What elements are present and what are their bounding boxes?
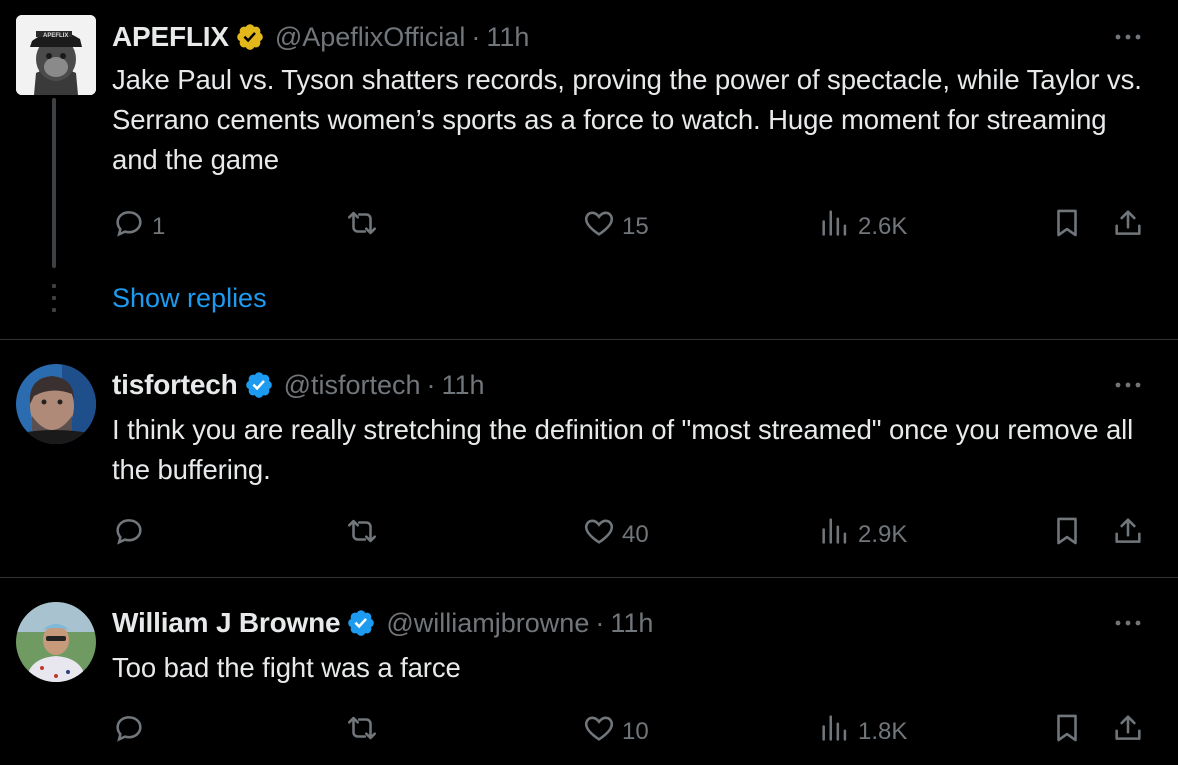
tweet-header: William J Browne @williamjbrowne · 11h xyxy=(112,606,653,640)
view-count: 2.6K xyxy=(858,212,908,240)
tweet[interactable]: tisfortech @tisfortech · 11h I think you… xyxy=(0,339,1178,578)
show-replies-link[interactable]: Show replies xyxy=(112,283,267,314)
separator-dot: · xyxy=(426,369,436,400)
analytics-icon xyxy=(818,514,852,555)
repost-icon xyxy=(345,206,379,247)
like-count: 15 xyxy=(622,212,649,240)
author-handle[interactable]: @tisfortech xyxy=(284,370,421,401)
reply-button[interactable] xyxy=(112,514,152,555)
share-icon xyxy=(1111,514,1145,555)
reply-button[interactable] xyxy=(112,711,152,752)
blue-verified-icon[interactable] xyxy=(244,370,274,400)
repost-button[interactable] xyxy=(345,206,385,247)
heart-icon xyxy=(582,206,616,247)
analytics-icon xyxy=(818,711,852,752)
share-icon xyxy=(1111,206,1145,247)
views-button[interactable]: 1.8K xyxy=(818,711,907,752)
reply-icon xyxy=(112,711,146,752)
tweet-text: Too bad the fight was a farce xyxy=(112,652,461,683)
like-button[interactable]: 10 xyxy=(582,711,649,752)
tweet-header: APEFLIX @ApeflixOfficial · 11h xyxy=(112,20,529,54)
bookmark-icon xyxy=(1050,514,1084,555)
action-bar: 40 2.9K xyxy=(0,514,1178,554)
like-button[interactable]: 40 xyxy=(582,514,649,555)
avatar[interactable]: APEFLIX xyxy=(16,15,96,95)
heart-icon xyxy=(582,711,616,752)
repost-button[interactable] xyxy=(345,711,385,752)
author-name[interactable]: APEFLIX xyxy=(112,21,229,53)
views-button[interactable]: 2.9K xyxy=(818,514,907,555)
tweet-text: Jake Paul vs. Tyson shatters records, pr… xyxy=(112,64,1142,175)
reply-count: 1 xyxy=(152,212,166,240)
gold-verified-icon[interactable] xyxy=(235,22,265,52)
bookmark-button[interactable] xyxy=(1050,711,1084,752)
repost-button[interactable] xyxy=(345,514,385,555)
timestamp[interactable]: 11h xyxy=(486,22,529,53)
like-button[interactable]: 15 xyxy=(582,206,649,247)
author-handle[interactable]: @williamjbrowne xyxy=(386,608,589,639)
tweet[interactable]: William J Browne @williamjbrowne · 11h T… xyxy=(0,577,1178,765)
repost-icon xyxy=(345,514,379,555)
svg-text:APEFLIX: APEFLIX xyxy=(43,33,68,39)
like-count: 40 xyxy=(622,520,649,548)
author-name[interactable]: William J Browne xyxy=(112,607,341,639)
bookmark-button[interactable] xyxy=(1050,514,1084,555)
avatar[interactable] xyxy=(16,602,96,682)
repost-icon xyxy=(345,711,379,752)
like-count: 10 xyxy=(622,717,649,745)
view-count: 2.9K xyxy=(858,520,908,548)
author-name[interactable]: tisfortech xyxy=(112,369,238,401)
reply-button[interactable]: 1 xyxy=(112,206,165,247)
thread-dots xyxy=(52,284,56,320)
author-handle[interactable]: @ApeflixOfficial xyxy=(275,22,465,53)
bookmark-icon xyxy=(1050,711,1084,752)
timestamp[interactable]: 11h xyxy=(442,370,485,401)
share-button[interactable] xyxy=(1111,206,1145,247)
separator-dot: · xyxy=(471,21,481,52)
view-count: 1.8K xyxy=(858,717,908,745)
heart-icon xyxy=(582,514,616,555)
action-bar: 10 1.8K xyxy=(0,711,1178,751)
analytics-icon xyxy=(818,206,852,247)
views-button[interactable]: 2.6K xyxy=(818,206,907,247)
reply-icon xyxy=(112,206,146,247)
bookmark-icon xyxy=(1050,206,1084,247)
separator-dot: · xyxy=(595,607,605,638)
share-button[interactable] xyxy=(1111,711,1145,752)
share-button[interactable] xyxy=(1111,514,1145,555)
more-options-icon[interactable] xyxy=(1112,613,1144,633)
bookmark-button[interactable] xyxy=(1050,206,1084,247)
more-options-icon[interactable] xyxy=(1112,375,1144,395)
tweet-header: tisfortech @tisfortech · 11h xyxy=(112,368,485,402)
more-options-icon[interactable] xyxy=(1112,27,1144,47)
share-icon xyxy=(1111,711,1145,752)
avatar[interactable] xyxy=(16,364,96,444)
tweet-text: I think you are really stretching the de… xyxy=(112,414,1134,485)
blue-verified-icon[interactable] xyxy=(346,608,376,638)
action-bar: 1 15 2.6K xyxy=(0,206,1178,246)
tweet[interactable]: APEFLIX APEFLIX @ApeflixOfficial · 11h J… xyxy=(0,0,1178,339)
reply-icon xyxy=(112,514,146,555)
timestamp[interactable]: 11h xyxy=(610,608,653,639)
